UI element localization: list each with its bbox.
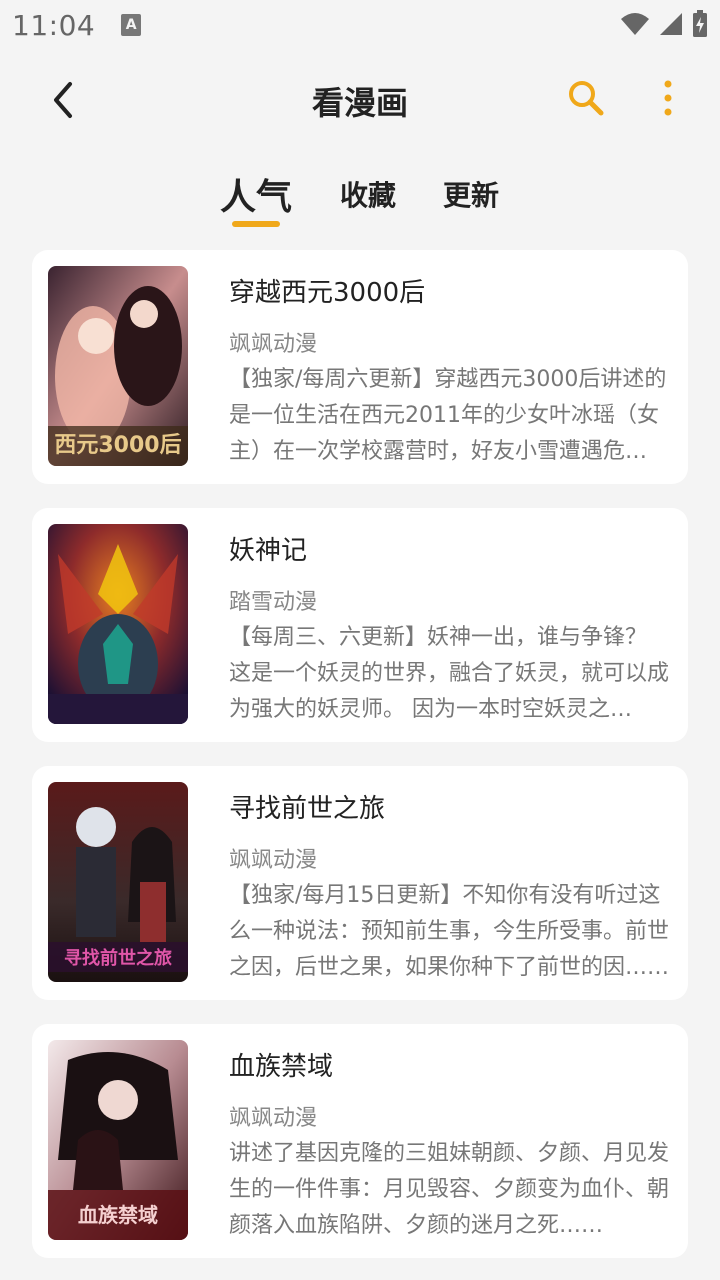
comic-author: 飒飒动漫	[229, 332, 318, 357]
comic-title: 血族禁域	[229, 1052, 334, 1082]
comic-description: 【每周三、六更新】妖神一出，谁与争锋？ 这是一个妖灵的世界，融合了妖灵，就可以成…	[229, 625, 669, 722]
tab-favorites[interactable]: 收藏	[340, 174, 396, 214]
search-icon	[569, 81, 604, 116]
category-tabs: 人气 收藏 更新	[0, 164, 720, 234]
wifi-icon	[621, 13, 649, 35]
cover-title-text: 寻找前世之旅	[64, 947, 172, 969]
status-bar: 11:04 A	[0, 0, 720, 50]
cover-title-text: 西元3000后	[54, 433, 181, 458]
cell-signal-icon	[660, 13, 682, 35]
app-header: 看漫画	[0, 60, 720, 140]
cover-title-text: 血族禁域	[78, 1203, 158, 1227]
comic-description: 讲述了基因克隆的三姐妹朝颜、夕颜、月见发生的一件件事：月见毁容、夕颜变为血仆、朝…	[229, 1141, 669, 1238]
search-button[interactable]	[566, 78, 606, 118]
comic-description: 【独家/每周六更新】穿越西元3000后讲述的是一位生活在西元2011年的少女叶冰…	[229, 367, 667, 464]
comic-cover-image: 西元3000后	[48, 266, 188, 466]
comic-cover-image	[48, 524, 188, 724]
comic-card[interactable]: 妖神记 踏雪动漫 【每周三、六更新】妖神一出，谁与争锋？ 这是一个妖灵的世界，融…	[32, 508, 688, 742]
comic-description: 【独家/每月15日更新】不知你有没有听过这么一种说法：预知前生事，今生所受事。前…	[229, 883, 669, 980]
comic-title: 穿越西元3000后	[229, 278, 426, 308]
comic-title: 妖神记	[229, 536, 308, 566]
comic-cover-image: 寻找前世之旅	[48, 782, 188, 982]
status-time: 11:04	[12, 8, 96, 42]
battery-charging-icon	[693, 10, 707, 37]
active-tab-indicator	[232, 221, 280, 227]
status-icons	[620, 10, 708, 38]
tab-popular[interactable]: 人气	[220, 168, 292, 220]
comic-author: 踏雪动漫	[229, 590, 318, 615]
accessibility-a-icon: A	[121, 14, 142, 36]
comic-author: 飒飒动漫	[229, 848, 318, 873]
page-title: 看漫画	[311, 84, 408, 122]
comic-cover-image: 血族禁域	[48, 1040, 188, 1240]
more-options-button[interactable]	[654, 78, 682, 118]
more-vertical-icon	[664, 80, 672, 116]
comic-card[interactable]: 寻找前世之旅 寻找前世之旅 飒飒动漫 【独家/每月15日更新】不知你有没有听过这…	[32, 766, 688, 1000]
comic-card[interactable]: 西元3000后 穿越西元3000后 飒飒动漫 【独家/每周六更新】穿越西元300…	[32, 250, 688, 484]
tab-updates[interactable]: 更新	[443, 174, 499, 214]
comic-card[interactable]: 血族禁域 血族禁域 飒飒动漫 讲述了基因克隆的三姐妹朝颜、夕颜、月见发生的一件件…	[32, 1024, 688, 1258]
comic-title: 寻找前世之旅	[229, 794, 386, 824]
comic-author: 飒飒动漫	[229, 1106, 318, 1131]
